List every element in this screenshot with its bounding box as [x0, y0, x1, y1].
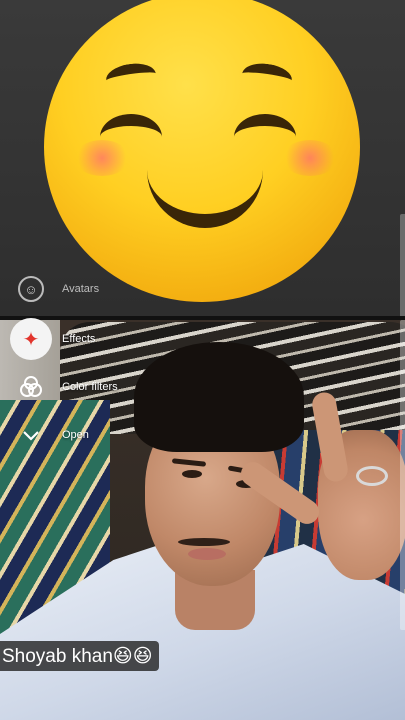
name-caption: Shoyab khan😆😆 [0, 641, 159, 671]
menu-item-effects-label: Effects [62, 333, 96, 345]
menu-item-open-label: Open [62, 429, 89, 441]
smiling-emoji-avatar [44, 0, 360, 302]
side-drag-handle-bottom[interactable] [400, 320, 405, 630]
avatars-label: Avatars [62, 283, 100, 295]
color-filters-icon [10, 366, 52, 408]
menu-item-effects[interactable]: ✦ Effects [10, 318, 95, 360]
menu-item-color-filters[interactable]: Color filters [10, 366, 118, 408]
person-left-eye [182, 470, 202, 478]
emoji-left-brow [104, 60, 158, 94]
person-lips [188, 548, 226, 560]
emoji-right-brow [240, 60, 294, 94]
avatars-button[interactable]: ☺ Avatars [18, 276, 99, 302]
sparkles-icon: ✦ [10, 318, 52, 360]
menu-item-open[interactable]: Open [10, 414, 89, 456]
emoji-right-blush [282, 140, 338, 176]
menu-item-color-filters-label: Color filters [62, 381, 118, 393]
emoji-mouth [147, 170, 263, 228]
person-mustache [178, 538, 230, 546]
finger-ring [356, 466, 388, 486]
chevron-down-icon [10, 414, 52, 456]
remote-avatar-tile: ☺ Avatars [0, 0, 405, 316]
side-drag-handle-top[interactable] [400, 214, 405, 316]
avatar-face-icon: ☺ [18, 276, 44, 302]
emoji-left-blush [74, 140, 130, 176]
person-hair [134, 342, 304, 452]
